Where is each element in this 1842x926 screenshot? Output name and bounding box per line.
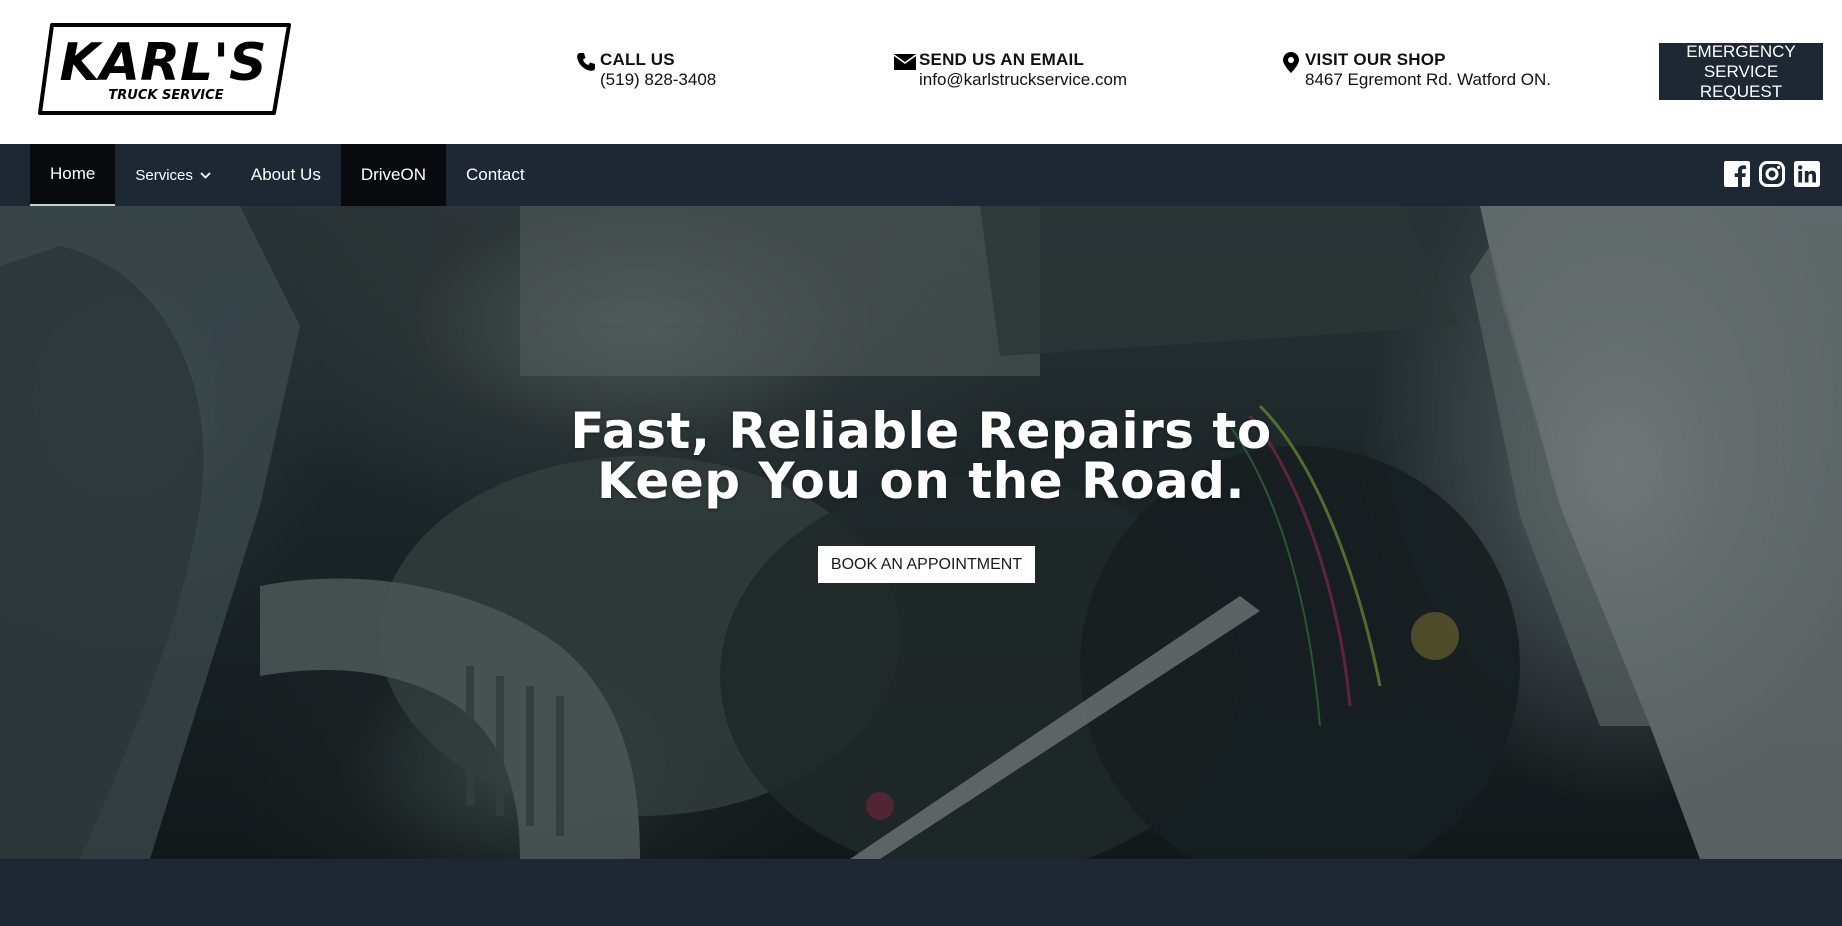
logo-wordmark: KARL'S xyxy=(59,33,266,93)
logo-mark: KARL'S TRUCK SERVICE xyxy=(38,23,291,115)
top-header: KARL'S TRUCK SERVICE CALL US (519) 828-3… xyxy=(0,0,1842,144)
logo-tagline: TRUCK SERVICE xyxy=(108,88,223,103)
visit-title: VISIT OUR SHOP xyxy=(1305,50,1446,69)
hero-title-line-1: Fast, Reliable Repairs to xyxy=(570,402,1272,460)
nav-item-label: Services xyxy=(135,166,193,184)
nav-item-label: Home xyxy=(50,164,96,183)
linkedin-icon[interactable] xyxy=(1794,161,1820,187)
emergency-service-request-button[interactable]: EMERGENCY SERVICE REQUEST xyxy=(1659,42,1823,101)
facebook-icon[interactable] xyxy=(1724,161,1750,187)
email-title: SEND US AN EMAIL xyxy=(919,50,1085,69)
book-appointment-button[interactable]: BOOK AN APPOINTMENT xyxy=(818,546,1035,583)
nav-item-label: Contact xyxy=(466,165,525,184)
hero-title: Fast, Reliable Repairs to Keep You on th… xyxy=(0,406,1842,506)
nav-item-services[interactable]: Services xyxy=(115,144,231,206)
nav-item-home[interactable]: Home xyxy=(30,144,116,206)
email-address[interactable]: info@karlstruckservice.com xyxy=(919,70,1127,90)
map-pin-icon xyxy=(1280,51,1302,73)
nav-item-about-us[interactable]: About Us xyxy=(231,144,341,206)
email-block[interactable]: SEND US AN EMAIL info@karlstruckservice.… xyxy=(894,50,1127,90)
nav-item-driveon[interactable]: DriveON xyxy=(340,144,446,206)
hero-overlay xyxy=(0,206,1842,859)
envelope-icon xyxy=(894,51,916,73)
call-us-block[interactable]: CALL US (519) 828-3408 xyxy=(575,50,716,90)
hero-section: Fast, Reliable Repairs to Keep You on th… xyxy=(0,206,1842,859)
phone-icon xyxy=(575,51,597,73)
call-us-title: CALL US xyxy=(600,50,675,69)
phone-number[interactable]: (519) 828-3408 xyxy=(600,70,716,90)
visit-shop-block[interactable]: VISIT OUR SHOP 8467 Egremont Rd. Watford… xyxy=(1280,50,1551,90)
shop-address[interactable]: 8467 Egremont Rd. Watford ON. xyxy=(1305,70,1551,90)
karls-logo[interactable]: KARL'S TRUCK SERVICE xyxy=(38,22,292,116)
main-nav: Home Services About Us DriveON Contact xyxy=(0,144,1842,206)
nav-list: Home Services About Us DriveON Contact xyxy=(30,144,545,206)
nav-item-label: DriveON xyxy=(360,165,426,184)
section-divider-band xyxy=(0,859,1842,926)
instagram-icon[interactable] xyxy=(1759,161,1785,187)
chevron-down-icon xyxy=(200,171,211,179)
hero-title-line-2: Keep You on the Road. xyxy=(597,452,1245,510)
nav-item-contact[interactable]: Contact xyxy=(446,144,545,206)
nav-item-label: About Us xyxy=(250,165,321,184)
social-links xyxy=(1724,161,1820,187)
